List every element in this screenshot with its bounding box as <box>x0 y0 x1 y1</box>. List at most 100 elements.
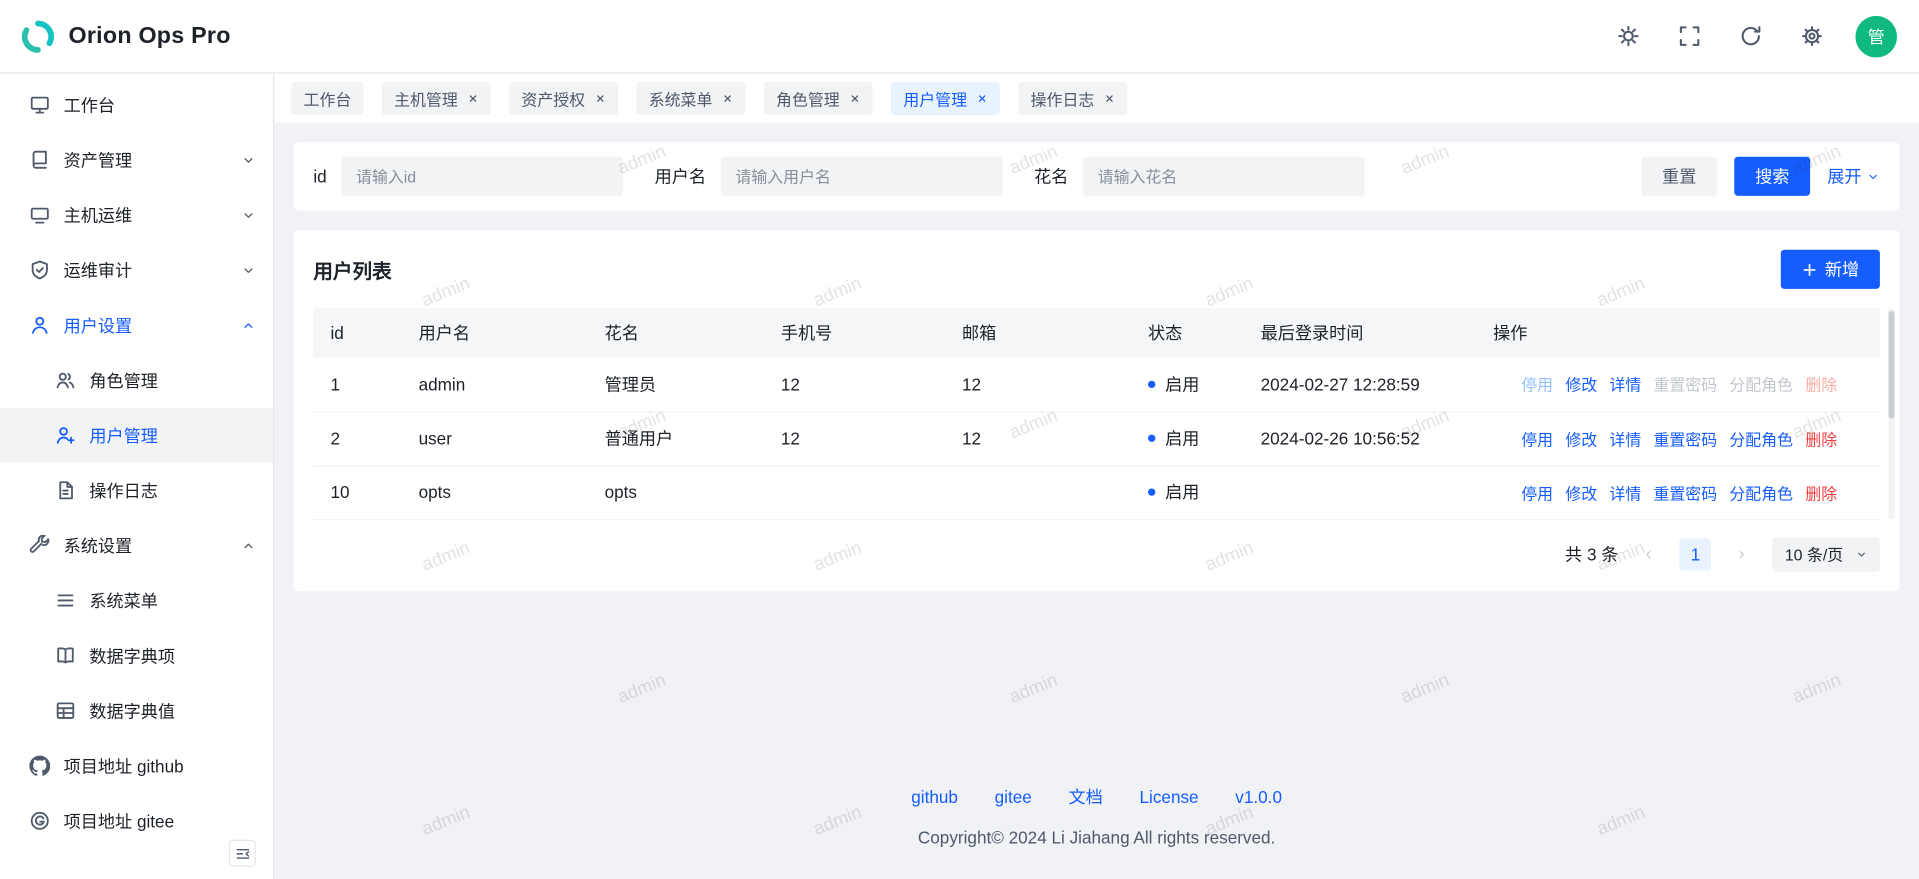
action-assign-role[interactable]: 分配角色 <box>1729 427 1793 450</box>
footer-link-2[interactable]: 文档 <box>1069 784 1103 808</box>
cell-phone <box>766 465 947 519</box>
table-row: 1admin管理员1212启用2024-02-27 12:28:59停用修改详情… <box>313 357 1880 411</box>
cell-email: 12 <box>947 411 1133 465</box>
role-icon <box>55 370 76 391</box>
tab-label: 资产授权 <box>521 86 585 109</box>
cell-username: admin <box>404 357 590 411</box>
close-tab-icon[interactable] <box>849 92 860 103</box>
action-disable[interactable]: 停用 <box>1521 480 1553 503</box>
action-reset-password[interactable]: 重置密码 <box>1653 372 1717 395</box>
sidebar-item-ops-audit[interactable]: 运维审计 <box>0 242 273 297</box>
column-header: 花名 <box>590 308 766 357</box>
action-disable[interactable]: 停用 <box>1521 372 1553 395</box>
action-reset-password[interactable]: 重置密码 <box>1653 427 1717 450</box>
cell-actions: 停用修改详情重置密码分配角色删除 <box>1478 357 1879 411</box>
column-header: 最后登录时间 <box>1246 308 1479 357</box>
gitee-icon <box>29 810 50 831</box>
fullscreen-button[interactable] <box>1667 14 1711 58</box>
tab-label: 工作台 <box>304 86 352 109</box>
book-icon <box>55 645 76 666</box>
prev-page-button[interactable] <box>1633 538 1665 570</box>
action-detail[interactable]: 详情 <box>1609 480 1641 503</box>
sidebar-item-op-log[interactable]: 操作日志 <box>0 463 273 518</box>
action-detail[interactable]: 详情 <box>1609 427 1641 450</box>
close-tab-icon[interactable] <box>977 92 988 103</box>
close-tab-icon[interactable] <box>468 92 479 103</box>
action-edit[interactable]: 修改 <box>1565 427 1597 450</box>
action-assign-role[interactable]: 分配角色 <box>1729 480 1793 503</box>
user-avatar[interactable]: 管 <box>1855 15 1897 57</box>
page-size-select[interactable]: 10 条/页 <box>1773 537 1880 571</box>
tab-asset-auth[interactable]: 资产授权 <box>509 81 618 114</box>
sidebar: 工作台资产管理主机运维运维审计用户设置角色管理用户管理操作日志系统设置系统菜单数… <box>0 73 274 879</box>
tab-user-mgmt[interactable]: 用户管理 <box>891 81 1000 114</box>
search-field-nickname: 花名 <box>1034 157 1364 196</box>
expand-toggle[interactable]: 展开 <box>1827 164 1880 188</box>
sidebar-item-github[interactable]: 项目地址 github <box>0 738 273 793</box>
action-disable[interactable]: 停用 <box>1521 427 1553 450</box>
chevron-down-icon <box>241 208 256 223</box>
user-add-icon <box>55 425 76 446</box>
app-logo-icon <box>20 18 57 55</box>
action-assign-role[interactable]: 分配角色 <box>1729 372 1793 395</box>
username-input[interactable] <box>721 157 1002 196</box>
sidebar-item-asset-mgmt[interactable]: 资产管理 <box>0 132 273 187</box>
table-row: 2user普通用户1212启用2024-02-26 10:56:52停用修改详情… <box>313 411 1880 465</box>
sidebar-item-host-ops[interactable]: 主机运维 <box>0 187 273 242</box>
sidebar-item-workbench[interactable]: 工作台 <box>0 77 273 132</box>
cell-username: opts <box>404 465 590 519</box>
theme-button[interactable] <box>1606 14 1650 58</box>
action-reset-password[interactable]: 重置密码 <box>1653 480 1717 503</box>
tab-system-menu[interactable]: 系统菜单 <box>636 81 745 114</box>
chevron-down-icon <box>241 152 256 167</box>
tab-host-mgmt[interactable]: 主机管理 <box>382 81 491 114</box>
action-edit[interactable]: 修改 <box>1565 372 1597 395</box>
footer-link-3[interactable]: License <box>1140 787 1199 807</box>
sidebar-item-system-menu[interactable]: 系统菜单 <box>0 573 273 628</box>
close-tab-icon[interactable] <box>722 92 733 103</box>
sidebar-item-dict-value[interactable]: 数据字典值 <box>0 683 273 738</box>
sidebar-item-system-settings[interactable]: 系统设置 <box>0 518 273 573</box>
sidebar-item-label: 用户设置 <box>64 313 228 337</box>
refresh-button[interactable] <box>1728 14 1772 58</box>
footer-link-1[interactable]: gitee <box>995 787 1032 807</box>
column-header: 手机号 <box>766 308 947 357</box>
search-button[interactable]: 搜索 <box>1734 157 1810 196</box>
id-input[interactable] <box>341 157 622 196</box>
close-tab-icon[interactable] <box>1104 92 1115 103</box>
theme-icon <box>1616 24 1639 47</box>
close-tab-icon[interactable] <box>595 92 606 103</box>
nickname-input[interactable] <box>1083 157 1364 196</box>
sidebar-item-dict-key[interactable]: 数据字典项 <box>0 628 273 683</box>
cell-id: 1 <box>313 357 404 411</box>
current-page-button[interactable]: 1 <box>1680 538 1712 570</box>
action-delete[interactable]: 删除 <box>1805 480 1837 503</box>
settings-button[interactable] <box>1789 14 1833 58</box>
sidebar-collapse-button[interactable] <box>229 840 256 867</box>
menu-icon <box>55 590 76 611</box>
sidebar-item-label: 角色管理 <box>89 368 255 392</box>
tab-workbench[interactable]: 工作台 <box>291 81 363 114</box>
footer-link-4[interactable]: v1.0.0 <box>1235 787 1282 807</box>
tab-bar: 工作台 主机管理 资产授权 系统菜单角色管理用户管理操作日志 <box>274 73 1919 122</box>
page-footer: githubgitee文档Licensev1.0.0 Copyright© 20… <box>294 784 1900 846</box>
tab-role-mgmt[interactable]: 角色管理 <box>764 81 873 114</box>
chevron-up-icon <box>241 538 256 553</box>
cell-email: 12 <box>947 357 1133 411</box>
table-scrollbar-thumb[interactable] <box>1888 311 1894 419</box>
action-delete[interactable]: 删除 <box>1805 427 1837 450</box>
action-edit[interactable]: 修改 <box>1565 480 1597 503</box>
action-delete[interactable]: 删除 <box>1805 372 1837 395</box>
add-user-button[interactable]: 新增 <box>1781 250 1880 289</box>
sidebar-item-user-settings[interactable]: 用户设置 <box>0 297 273 352</box>
action-detail[interactable]: 详情 <box>1609 372 1641 395</box>
reset-button[interactable]: 重置 <box>1641 157 1717 196</box>
footer-link-0[interactable]: github <box>911 787 958 807</box>
app-root: Orion Ops Pro 管 工作台资产管理主机运维运维审计用户设置角色管理用… <box>0 0 1919 879</box>
cell-status: 启用 <box>1133 465 1246 519</box>
tab-op-log[interactable]: 操作日志 <box>1018 81 1127 114</box>
sidebar-item-user-mgmt[interactable]: 用户管理 <box>0 408 273 463</box>
table-header-row: id用户名花名手机号邮箱状态最后登录时间操作 <box>313 308 1880 357</box>
next-page-button[interactable] <box>1726 538 1758 570</box>
sidebar-item-role-mgmt[interactable]: 角色管理 <box>0 353 273 408</box>
